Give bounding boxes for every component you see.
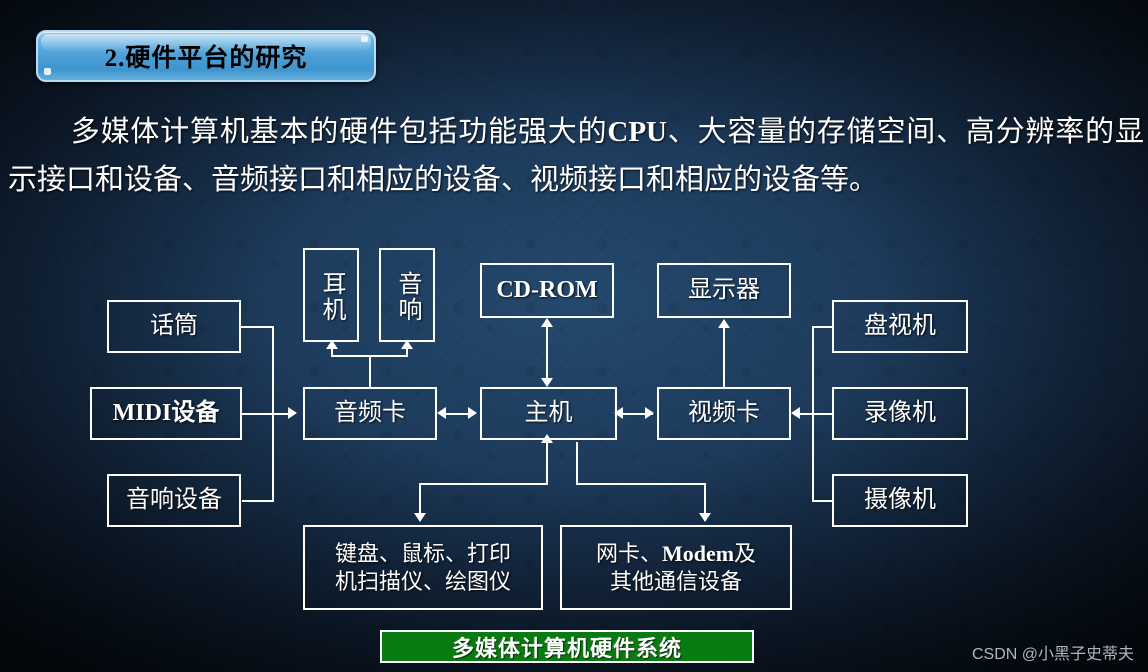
arrow-into-host-from-cdrom <box>541 378 553 387</box>
connector-microphone-out <box>241 326 274 328</box>
node-monitor-label: 显示器 <box>688 277 760 303</box>
arrow-into-headphone <box>326 340 338 349</box>
node-headphone[interactable]: 耳机 <box>303 248 359 342</box>
connector-audiocard-up <box>369 355 371 387</box>
arrow-audiocard-host-left <box>437 407 446 419</box>
arrow-into-video-card <box>791 407 800 419</box>
connector-inputdev-horizontal <box>419 483 548 485</box>
connector-speaker-stub <box>406 348 408 357</box>
arrow-host-videocard-left <box>614 407 623 419</box>
network-suffix: 及 <box>734 540 757 566</box>
node-camera-label: 摄像机 <box>864 487 936 513</box>
arrow-into-audio-card <box>288 407 297 419</box>
connector-host-cdrom <box>546 320 548 386</box>
node-host-label: 主机 <box>524 400 573 426</box>
connector-net-down <box>704 483 706 515</box>
node-input-devices[interactable]: 键盘、鼠标、打印 机扫描仪、绘图仪 <box>303 525 543 610</box>
node-vcr-label: 录像机 <box>864 400 936 426</box>
node-headphone-label: 耳机 <box>318 271 344 323</box>
node-input-devices-line2: 机扫描仪、绘图仪 <box>334 568 511 594</box>
node-vcr[interactable]: 录像机 <box>832 387 968 440</box>
node-video-card[interactable]: 视频卡 <box>657 387 791 440</box>
connector-audiocard-split <box>331 355 408 357</box>
node-disc-player-label: 盘视机 <box>864 313 936 339</box>
node-midi-device[interactable]: MIDI设备 <box>90 387 242 440</box>
arrow-into-network-devices <box>699 513 711 522</box>
connector-videocard-monitor <box>723 327 725 387</box>
arrow-host-videocard-right <box>645 407 654 419</box>
connector-camera-out <box>812 500 834 502</box>
diagram-caption: 多媒体计算机硬件系统 <box>380 630 754 663</box>
connector-host-net-down <box>576 442 578 484</box>
connector-inputdev-up <box>546 442 548 484</box>
connector-vcr-out <box>800 413 834 415</box>
arrow-into-speaker <box>401 340 413 349</box>
slide-canvas: 2.硬件平台的研究 多媒体计算机基本的硬件包括功能强大的CPU、大容量的存储空间… <box>0 0 1148 672</box>
connector-host-net-horizontal <box>576 483 706 485</box>
hardware-system-diagram: 话筒 MIDI设备 音响设备 耳机 音响 音频卡 CD-ROM 主机 显示器 视… <box>0 0 1148 672</box>
arrow-into-monitor <box>718 319 730 328</box>
node-monitor[interactable]: 显示器 <box>657 263 791 318</box>
node-host[interactable]: 主机 <box>480 387 617 440</box>
node-audio-card[interactable]: 音频卡 <box>303 387 437 440</box>
connector-inputdev-down <box>419 483 421 515</box>
node-cdrom-label: CD-ROM <box>496 277 598 303</box>
arrow-into-host-from-inputs <box>541 434 553 443</box>
node-network-devices-line1: 网卡、Modem及 <box>596 540 756 568</box>
connector-audio-device-out <box>242 500 274 502</box>
node-audio-card-label: 音频卡 <box>334 400 406 426</box>
node-audio-device-label: 音响设备 <box>126 487 222 513</box>
connector-midi-out <box>242 413 292 415</box>
connector-headphone-stub <box>331 348 333 357</box>
node-microphone[interactable]: 话筒 <box>107 300 241 353</box>
arrow-audiocard-host-right <box>468 407 477 419</box>
node-disc-player[interactable]: 盘视机 <box>832 300 968 353</box>
node-microphone-label: 话筒 <box>150 313 198 339</box>
connector-disc-player-out <box>812 326 834 328</box>
arrow-into-input-devices <box>414 513 426 522</box>
network-modem: Modem <box>661 540 735 566</box>
diagram-caption-label: 多媒体计算机硬件系统 <box>451 635 682 661</box>
node-camera[interactable]: 摄像机 <box>832 474 968 527</box>
node-video-card-label: 视频卡 <box>688 400 760 426</box>
network-prefix: 网卡、 <box>595 540 662 566</box>
node-network-devices-line2: 其他通信设备 <box>609 568 742 594</box>
arrow-into-cdrom <box>541 318 553 327</box>
node-midi-device-label: MIDI设备 <box>112 400 220 426</box>
node-network-devices[interactable]: 网卡、Modem及 其他通信设备 <box>560 525 792 610</box>
csdn-watermark: CSDN @小黑子史蒂夫 <box>971 646 1134 663</box>
node-audio-device[interactable]: 音响设备 <box>107 474 241 527</box>
node-input-devices-line1: 键盘、鼠标、打印 <box>334 540 511 566</box>
node-cdrom[interactable]: CD-ROM <box>480 263 614 318</box>
node-speaker-label: 音响 <box>394 271 420 323</box>
node-speaker[interactable]: 音响 <box>379 248 435 342</box>
